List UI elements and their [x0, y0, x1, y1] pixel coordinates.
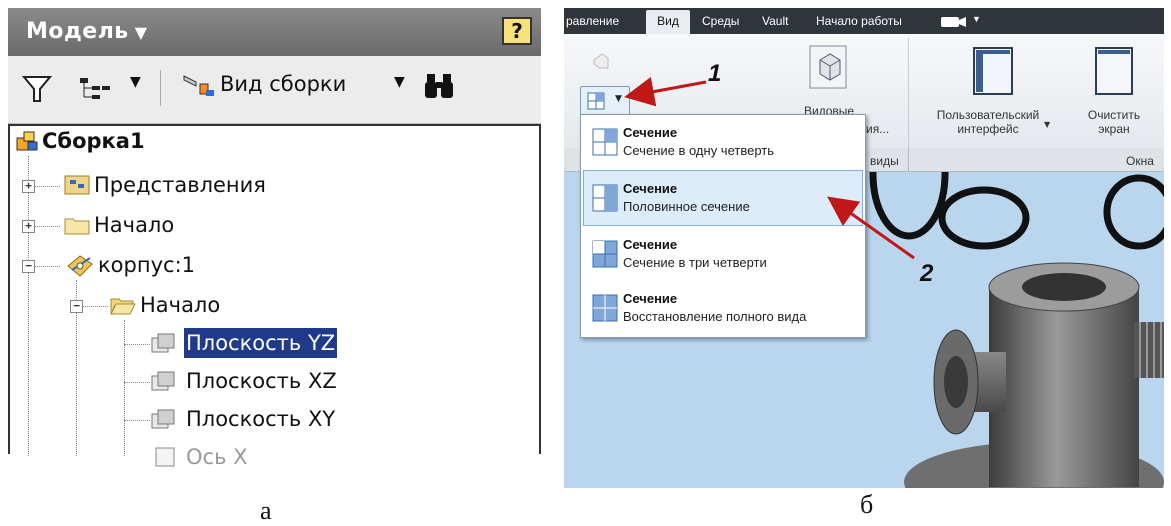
video-icon[interactable]	[940, 16, 972, 28]
open-folder-icon	[110, 298, 136, 315]
folder-icon	[64, 218, 90, 235]
menu-item-subtitle: Сечение в одну четверть	[623, 143, 774, 158]
menu-item-subtitle: Восстановление полного вида	[623, 309, 807, 324]
collapse-icon[interactable]: −	[70, 300, 83, 313]
model-browser-panel: Модель ▼ ? ▼ Вид сборки ▼ Сборка1 + Пред…	[8, 8, 541, 469]
model-tree: Сборка1 + Представления + Начало − корпу…	[8, 124, 541, 469]
tree-item-plane-yz[interactable]: Плоскость YZ	[184, 328, 338, 358]
section-dropdown-icon[interactable]: ▼	[615, 94, 622, 104]
tab-vault[interactable]: Vault	[762, 14, 788, 28]
binoculars-icon[interactable]	[422, 70, 458, 104]
part-icon	[67, 255, 93, 277]
group-views-label: виды	[870, 154, 899, 168]
tree-item-representations[interactable]: Представления	[94, 170, 266, 200]
menu-item-full-view[interactable]: Сечение Восстановление полного вида	[583, 283, 863, 337]
tab-environments[interactable]: Среды	[702, 14, 739, 28]
tree-item-origin-nested[interactable]: Начало	[140, 290, 220, 320]
ribbon-tabbar: равление Вид Среды Vault Начало работы ▼	[564, 8, 1164, 34]
clear-screen-label[interactable]: Очистить	[1074, 108, 1154, 122]
tree-line	[124, 382, 150, 383]
expand-icon[interactable]: +	[22, 180, 35, 193]
browser-title: Модель	[26, 19, 129, 44]
user-interface-icon[interactable]	[972, 46, 1014, 96]
caption-b: б	[860, 490, 874, 519]
clear-screen-icon[interactable]	[1094, 46, 1134, 96]
tree-item-plane-xy[interactable]: Плоскость XY	[186, 404, 335, 434]
tab-manage[interactable]: равление	[566, 14, 619, 28]
tree-line	[28, 156, 29, 456]
user-interface-label-2[interactable]: интерфейс	[928, 122, 1048, 136]
half-section-icon	[592, 184, 618, 212]
tab-getting-started[interactable]: Начало работы	[816, 14, 902, 28]
ribbon-divider	[908, 38, 909, 148]
tree-line	[124, 320, 125, 456]
menu-item-three-quarter-section[interactable]: Сечение Сечение в три четверти	[583, 229, 863, 283]
filter-icon[interactable]	[22, 74, 52, 104]
assembly-view-dropdown-icon[interactable]: ▼	[394, 74, 405, 90]
hierarchy-dropdown-icon[interactable]: ▼	[130, 74, 141, 90]
chevron-down-icon: ▼	[134, 23, 148, 42]
tree-item-axis-x[interactable]: Ось X	[186, 442, 248, 472]
section-view-icon[interactable]	[586, 91, 606, 111]
collapse-icon[interactable]: −	[22, 260, 35, 273]
menu-item-subtitle: Половинное сечение	[623, 199, 750, 214]
view-styles-label-2[interactable]: ия...	[866, 122, 889, 136]
menu-item-quarter-section[interactable]: Сечение Сечение в одну четверть	[583, 117, 863, 171]
menu-item-half-section[interactable]: Сечение Половинное сечение	[583, 173, 863, 227]
caption-a: а	[260, 496, 272, 525]
plane-icon	[151, 333, 175, 353]
browser-toolbar: ▼ Вид сборки ▼	[8, 56, 541, 124]
axis-icon	[155, 447, 175, 467]
representations-icon	[64, 175, 90, 195]
assembly-view-label[interactable]: Вид сборки	[220, 72, 346, 96]
menu-item-title: Сечение	[623, 181, 678, 196]
annotation-1: 1	[708, 60, 722, 87]
tree-item-origin[interactable]: Начало	[94, 210, 174, 240]
visual-style-icon[interactable]	[808, 44, 848, 90]
annotation-2: 2	[920, 260, 934, 287]
three-quarter-section-icon	[592, 240, 618, 268]
group-divider	[908, 148, 909, 172]
menu-item-title: Сечение	[623, 237, 678, 252]
user-interface-label[interactable]: Пользовательский	[928, 108, 1048, 122]
toolbar-divider	[160, 70, 161, 106]
menu-item-title: Сечение	[623, 291, 678, 306]
menu-item-title: Сечение	[623, 125, 678, 140]
quarter-section-icon	[592, 128, 618, 156]
browser-header[interactable]: Модель ▼	[8, 8, 541, 56]
help-button[interactable]: ?	[502, 17, 532, 45]
section-view-menu: Сечение Сечение в одну четверть Сечение …	[580, 114, 866, 338]
tree-line	[124, 344, 150, 345]
tab-dropdown-icon[interactable]: ▼	[972, 14, 981, 24]
plane-icon	[151, 371, 175, 391]
inventor-window: равление Вид Среды Vault Начало работы ▼…	[564, 8, 1164, 488]
menu-item-subtitle: Сечение в три четверти	[623, 255, 767, 270]
user-interface-dropdown-icon[interactable]: ▼	[1044, 120, 1050, 129]
assembly-view-icon	[183, 75, 214, 96]
plane-icon	[151, 409, 175, 429]
section-view-split-button[interactable]: ▼	[580, 86, 630, 116]
disabled-tool-icon	[593, 53, 609, 69]
expand-icon[interactable]: +	[22, 220, 35, 233]
tree-item-plane-xz[interactable]: Плоскость XZ	[186, 366, 337, 396]
full-view-icon	[592, 294, 618, 322]
group-windows-label: Окна	[1126, 154, 1154, 168]
tree-line	[124, 420, 150, 421]
tab-view[interactable]: Вид	[646, 10, 690, 34]
clear-screen-label-2[interactable]: экран	[1074, 122, 1154, 136]
tree-item-part[interactable]: корпус:1	[98, 250, 195, 280]
hierarchy-icon[interactable]	[78, 74, 112, 104]
assembly-icon	[16, 131, 38, 151]
tree-root[interactable]: Сборка1	[42, 126, 145, 156]
